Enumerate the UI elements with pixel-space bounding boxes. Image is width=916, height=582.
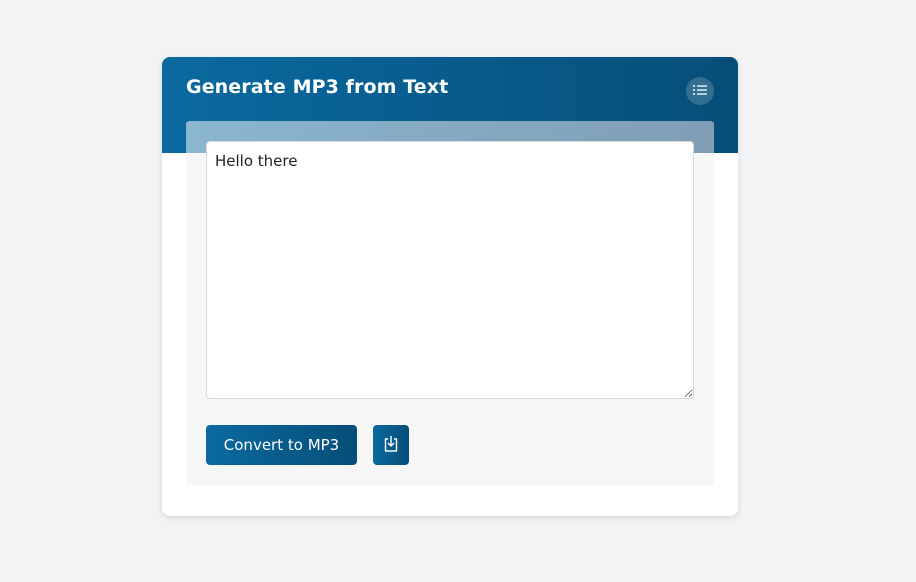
editor-panel: Hello there Convert to MP3 (186, 121, 714, 485)
mp3-generator-card: Generate MP3 from Text Hello there Conve… (162, 57, 738, 516)
menu-button[interactable] (686, 77, 714, 105)
download-icon (383, 435, 399, 456)
card-title: Generate MP3 from Text (186, 76, 449, 98)
list-icon (692, 82, 708, 101)
text-input[interactable]: Hello there (206, 141, 694, 399)
download-button[interactable] (373, 425, 409, 465)
convert-to-mp3-button[interactable]: Convert to MP3 (206, 425, 357, 465)
